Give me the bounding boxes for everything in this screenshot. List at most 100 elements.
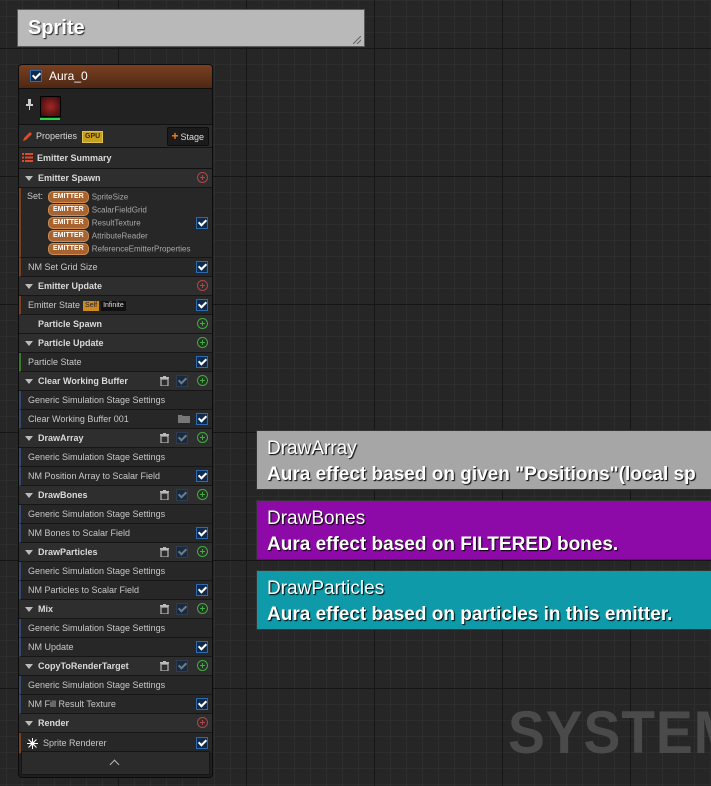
module-enable-checkbox[interactable] xyxy=(196,261,208,273)
comment-draw-particles[interactable]: DrawParticles Aura effect based on parti… xyxy=(256,570,711,630)
generic-sim-stage-settings[interactable]: Generic Simulation Stage Settings xyxy=(19,505,212,524)
add-module-icon[interactable] xyxy=(197,172,208,183)
add-module-icon[interactable] xyxy=(197,375,208,386)
module-nm-particles[interactable]: NM Particles to Scalar Field xyxy=(19,581,212,600)
set-item-name: ResultTexture xyxy=(91,218,141,228)
generic-sim-stage-settings[interactable]: Generic Simulation Stage Settings xyxy=(19,391,212,410)
emitter-summary-row[interactable]: Emitter Summary xyxy=(19,148,212,169)
set-item[interactable]: EMITTER AttributeReader xyxy=(48,230,148,242)
module-enable-checkbox[interactable] xyxy=(196,737,208,749)
delete-icon[interactable] xyxy=(160,433,169,443)
collapse-arrow-icon[interactable] xyxy=(25,341,33,346)
module-enable-checkbox[interactable] xyxy=(196,698,208,710)
collapse-arrow-icon[interactable] xyxy=(25,550,33,555)
collapse-arrow-icon[interactable] xyxy=(25,664,33,669)
delete-icon[interactable] xyxy=(160,604,169,614)
add-module-icon[interactable] xyxy=(197,660,208,671)
module-enable-checkbox[interactable] xyxy=(196,470,208,482)
add-module-icon[interactable] xyxy=(197,603,208,614)
set-parameters-module[interactable]: Set: EMITTER SpriteSize EMITTER ScalarFiel… xyxy=(19,188,212,258)
stage-enable-checkbox[interactable] xyxy=(176,660,188,672)
module-particle-state[interactable]: Particle State xyxy=(19,353,212,372)
folder-icon[interactable] xyxy=(178,414,190,423)
stage-enable-checkbox[interactable] xyxy=(176,489,188,501)
collapse-node-button[interactable] xyxy=(21,751,210,775)
section-label: DrawArray xyxy=(38,433,84,443)
collapse-arrow-icon[interactable] xyxy=(25,721,33,726)
set-item[interactable]: EMITTER ReferenceEmitterProperties xyxy=(48,243,190,255)
generic-sim-stage-settings[interactable]: Generic Simulation Stage Settings xyxy=(19,448,212,467)
properties-row[interactable]: Properties GPU + Stage xyxy=(19,125,212,148)
add-module-icon[interactable] xyxy=(197,337,208,348)
delete-icon[interactable] xyxy=(160,376,169,386)
add-module-icon[interactable] xyxy=(197,489,208,500)
stage-enable-checkbox[interactable] xyxy=(176,375,188,387)
module-enable-checkbox[interactable] xyxy=(196,527,208,539)
sprite-comment-box[interactable]: Sprite xyxy=(17,9,365,47)
add-module-icon[interactable] xyxy=(197,432,208,443)
delete-icon[interactable] xyxy=(160,547,169,557)
module-nm-bones[interactable]: NM Bones to Scalar Field xyxy=(19,524,212,543)
comment-draw-bones[interactable]: DrawBones Aura effect based on FILTERED … xyxy=(256,500,711,560)
comment-title: DrawBones xyxy=(267,508,366,529)
section-copy-to-render-target[interactable]: CopyToRenderTarget xyxy=(19,657,212,676)
comment-draw-array[interactable]: DrawArray Aura effect based on given "Po… xyxy=(256,430,711,490)
section-draw-bones[interactable]: DrawBones xyxy=(19,486,212,505)
section-emitter-update[interactable]: Emitter Update xyxy=(19,277,212,296)
add-stage-button[interactable]: + Stage xyxy=(167,127,209,146)
section-draw-particles[interactable]: DrawParticles xyxy=(19,543,212,562)
delete-icon[interactable] xyxy=(160,661,169,671)
add-module-icon[interactable] xyxy=(197,280,208,291)
module-enable-checkbox[interactable] xyxy=(196,356,208,368)
section-clear-working-buffer[interactable]: Clear Working Buffer xyxy=(19,372,212,391)
delete-icon[interactable] xyxy=(160,490,169,500)
emitter-node[interactable]: Aura_0 Properties GPU + Stage Emitter Sum… xyxy=(18,64,213,778)
module-enable-checkbox[interactable] xyxy=(196,299,208,311)
section-mix[interactable]: Mix xyxy=(19,600,212,619)
add-renderer-icon[interactable] xyxy=(197,717,208,728)
add-module-icon[interactable] xyxy=(197,318,208,329)
sprite-renderer-icon xyxy=(27,738,38,749)
module-enable-checkbox[interactable] xyxy=(196,584,208,596)
section-render[interactable]: Render xyxy=(19,714,212,733)
generic-sim-stage-settings[interactable]: Generic Simulation Stage Settings xyxy=(19,619,212,638)
stage-enable-checkbox[interactable] xyxy=(176,432,188,444)
section-particle-spawn[interactable]: Particle Spawn xyxy=(19,315,212,334)
emitter-enable-checkbox[interactable] xyxy=(30,70,42,82)
add-module-icon[interactable] xyxy=(197,546,208,557)
comment-text: Aura effect based on particles in this e… xyxy=(267,604,673,625)
collapse-arrow-icon[interactable] xyxy=(25,284,33,289)
collapse-arrow-icon[interactable] xyxy=(25,493,33,498)
emitter-header[interactable]: Aura_0 xyxy=(19,65,212,89)
module-nm-position-array[interactable]: NM Position Array to Scalar Field xyxy=(19,467,212,486)
collapse-arrow-icon[interactable] xyxy=(25,436,33,441)
set-item[interactable]: EMITTER ResultTexture xyxy=(48,217,141,229)
module-enable-checkbox[interactable] xyxy=(196,413,208,425)
resize-grip-icon[interactable] xyxy=(353,36,361,44)
collapse-arrow-icon[interactable] xyxy=(25,176,33,181)
module-nm-fill-result[interactable]: NM Fill Result Texture xyxy=(19,695,212,714)
stage-enable-checkbox[interactable] xyxy=(176,603,188,615)
generic-sim-stage-settings[interactable]: Generic Simulation Stage Settings xyxy=(19,562,212,581)
module-label: NM Set Grid Size xyxy=(28,262,98,272)
module-clear-working-buffer-001[interactable]: Clear Working Buffer 001 xyxy=(19,410,212,429)
collapse-arrow-icon[interactable] xyxy=(25,607,33,612)
module-label: Generic Simulation Stage Settings xyxy=(28,566,166,576)
section-emitter-spawn[interactable]: Emitter Spawn xyxy=(19,169,212,188)
generic-sim-stage-settings[interactable]: Generic Simulation Stage Settings xyxy=(19,676,212,695)
set-label: Set: xyxy=(27,191,44,201)
set-item[interactable]: EMITTER SpriteSize xyxy=(48,191,128,203)
infinite-tag: Infinite xyxy=(101,300,126,311)
module-emitter-state[interactable]: Emitter State Self Infinite xyxy=(19,296,212,315)
pin-icon[interactable] xyxy=(26,99,33,110)
stage-enable-checkbox[interactable] xyxy=(176,546,188,558)
module-nm-update[interactable]: NM Update xyxy=(19,638,212,657)
module-enable-checkbox[interactable] xyxy=(196,217,208,229)
section-draw-array[interactable]: DrawArray xyxy=(19,429,212,448)
comment-text: Aura effect based on given "Positions"(l… xyxy=(267,464,696,485)
section-particle-update[interactable]: Particle Update xyxy=(19,334,212,353)
module-nm-set-grid-size[interactable]: NM Set Grid Size xyxy=(19,258,212,277)
collapse-arrow-icon[interactable] xyxy=(25,379,33,384)
set-item[interactable]: EMITTER ScalarFieldGrid xyxy=(48,204,147,216)
module-enable-checkbox[interactable] xyxy=(196,641,208,653)
